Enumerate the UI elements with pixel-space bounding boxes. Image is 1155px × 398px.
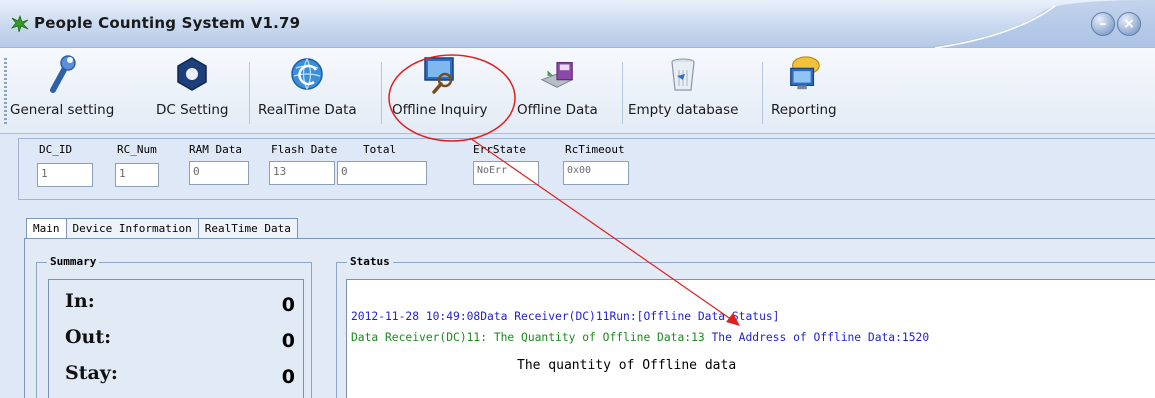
realtime-data-button[interactable]: RealTime Data — [258, 54, 357, 128]
tab-strip: Main Device Information RealTime Data — [26, 218, 298, 238]
globe-refresh-icon — [288, 54, 326, 94]
offline-data-button[interactable]: Offline Data — [517, 54, 598, 128]
rc-num-field: RC_Num 1 — [115, 143, 159, 187]
minimize-button[interactable]: – — [1091, 12, 1115, 36]
toolbar: General setting DC Setting RealTime Data — [0, 48, 1155, 134]
general-setting-button[interactable]: General setting — [10, 54, 114, 128]
summary-row-out: Out: 0 — [65, 326, 295, 356]
errstate-input[interactable]: NoErr — [473, 161, 539, 185]
toolbar-label: Reporting — [771, 102, 837, 118]
errstate-field: ErrState NoErr — [473, 143, 539, 185]
summary-value: 0 — [281, 294, 295, 316]
log-line: Data Receiver(DC)11: The Quantity of Off… — [351, 331, 929, 344]
summary-label: Stay: — [65, 362, 118, 384]
annotation-caption: The quantity of Offline data — [517, 358, 737, 373]
device-status-fields: DC_ID 1 RC_Num 1 RAM Data 0 Flash Date 1… — [18, 138, 1155, 200]
field-label: RcTimeout — [565, 143, 625, 156]
rc-num-input[interactable]: 1 — [115, 163, 159, 187]
summary-row-stay: Stay: 0 — [65, 362, 295, 392]
toolbar-separator — [622, 62, 623, 124]
summary-row-in: In: 0 — [65, 290, 295, 320]
toolbar-separator — [762, 62, 763, 124]
toolbar-separator — [249, 62, 250, 124]
status-log[interactable]: 2012-11-28 10:49:08Data Receiver(DC)11Ru… — [346, 279, 1155, 398]
dc-id-field: DC_ID 1 — [37, 143, 93, 187]
log-text-green: Data Receiver(DC)11: The Quantity of Off… — [351, 331, 705, 344]
status-title: Status — [347, 255, 393, 268]
rctimeout-field: RcTimeout 0x00 — [563, 143, 629, 185]
summary-label: In: — [65, 290, 95, 312]
field-label: Flash Date — [271, 143, 338, 156]
window-title: People Counting System V1.79 — [34, 14, 301, 32]
toolbar-label: RealTime Data — [258, 102, 357, 118]
offline-inquiry-button[interactable]: Offline Inquiry — [392, 54, 488, 128]
toolbar-label: Empty database — [628, 102, 739, 118]
tab-main[interactable]: Main — [26, 218, 67, 238]
monitor-search-icon — [421, 54, 459, 94]
flash-date-input[interactable]: 13 — [269, 161, 335, 185]
reporting-button[interactable]: Reporting — [771, 54, 837, 128]
log-line: 2012-11-28 10:49:08Data Receiver(DC)11Ru… — [351, 310, 780, 323]
toolbar-label: Offline Inquiry — [392, 102, 488, 118]
summary-title: Summary — [47, 255, 100, 268]
toolbar-label: DC Setting — [156, 102, 229, 118]
field-label: RAM Data — [189, 143, 242, 156]
field-label: Total — [363, 143, 397, 156]
rctimeout-input[interactable]: 0x00 — [563, 161, 629, 185]
close-button[interactable]: × — [1117, 12, 1141, 36]
summary-box: In: 0 Out: 0 Stay: 0 — [48, 279, 304, 398]
total-field: Total 0 — [337, 143, 427, 185]
trash-bin-icon — [664, 54, 702, 94]
field-label: DC_ID — [39, 143, 73, 156]
disk-save-icon — [538, 54, 576, 94]
summary-value: 0 — [281, 330, 295, 352]
dc-id-input[interactable]: 1 — [37, 163, 93, 187]
toolbar-label: Offline Data — [517, 102, 598, 118]
empty-database-button[interactable]: Empty database — [628, 54, 738, 128]
tab-device-information[interactable]: Device Information — [65, 218, 199, 238]
toolbar-label: General setting — [10, 102, 115, 118]
monitor-speech-icon — [785, 54, 823, 94]
title-bar: People Counting System V1.79 – × — [0, 0, 1155, 48]
field-label: RC_Num — [117, 143, 157, 156]
log-text-blue: The Address of Offline Data:1520 — [704, 331, 930, 344]
summary-label: Out: — [65, 326, 112, 348]
summary-value: 0 — [281, 366, 295, 388]
app-logo-icon — [10, 14, 29, 33]
nut-icon — [173, 54, 211, 94]
wrench-icon — [43, 54, 81, 94]
tab-realtime-data[interactable]: RealTime Data — [197, 218, 298, 238]
field-label: ErrState — [473, 143, 526, 156]
toolbar-grip[interactable] — [4, 58, 7, 126]
ram-data-field: RAM Data 0 — [189, 143, 249, 185]
flash-date-field: Flash Date 13 — [269, 143, 338, 185]
total-input[interactable]: 0 — [337, 161, 427, 185]
ram-data-input[interactable]: 0 — [189, 161, 249, 185]
dc-setting-button[interactable]: DC Setting — [156, 54, 228, 128]
toolbar-separator — [381, 62, 382, 124]
